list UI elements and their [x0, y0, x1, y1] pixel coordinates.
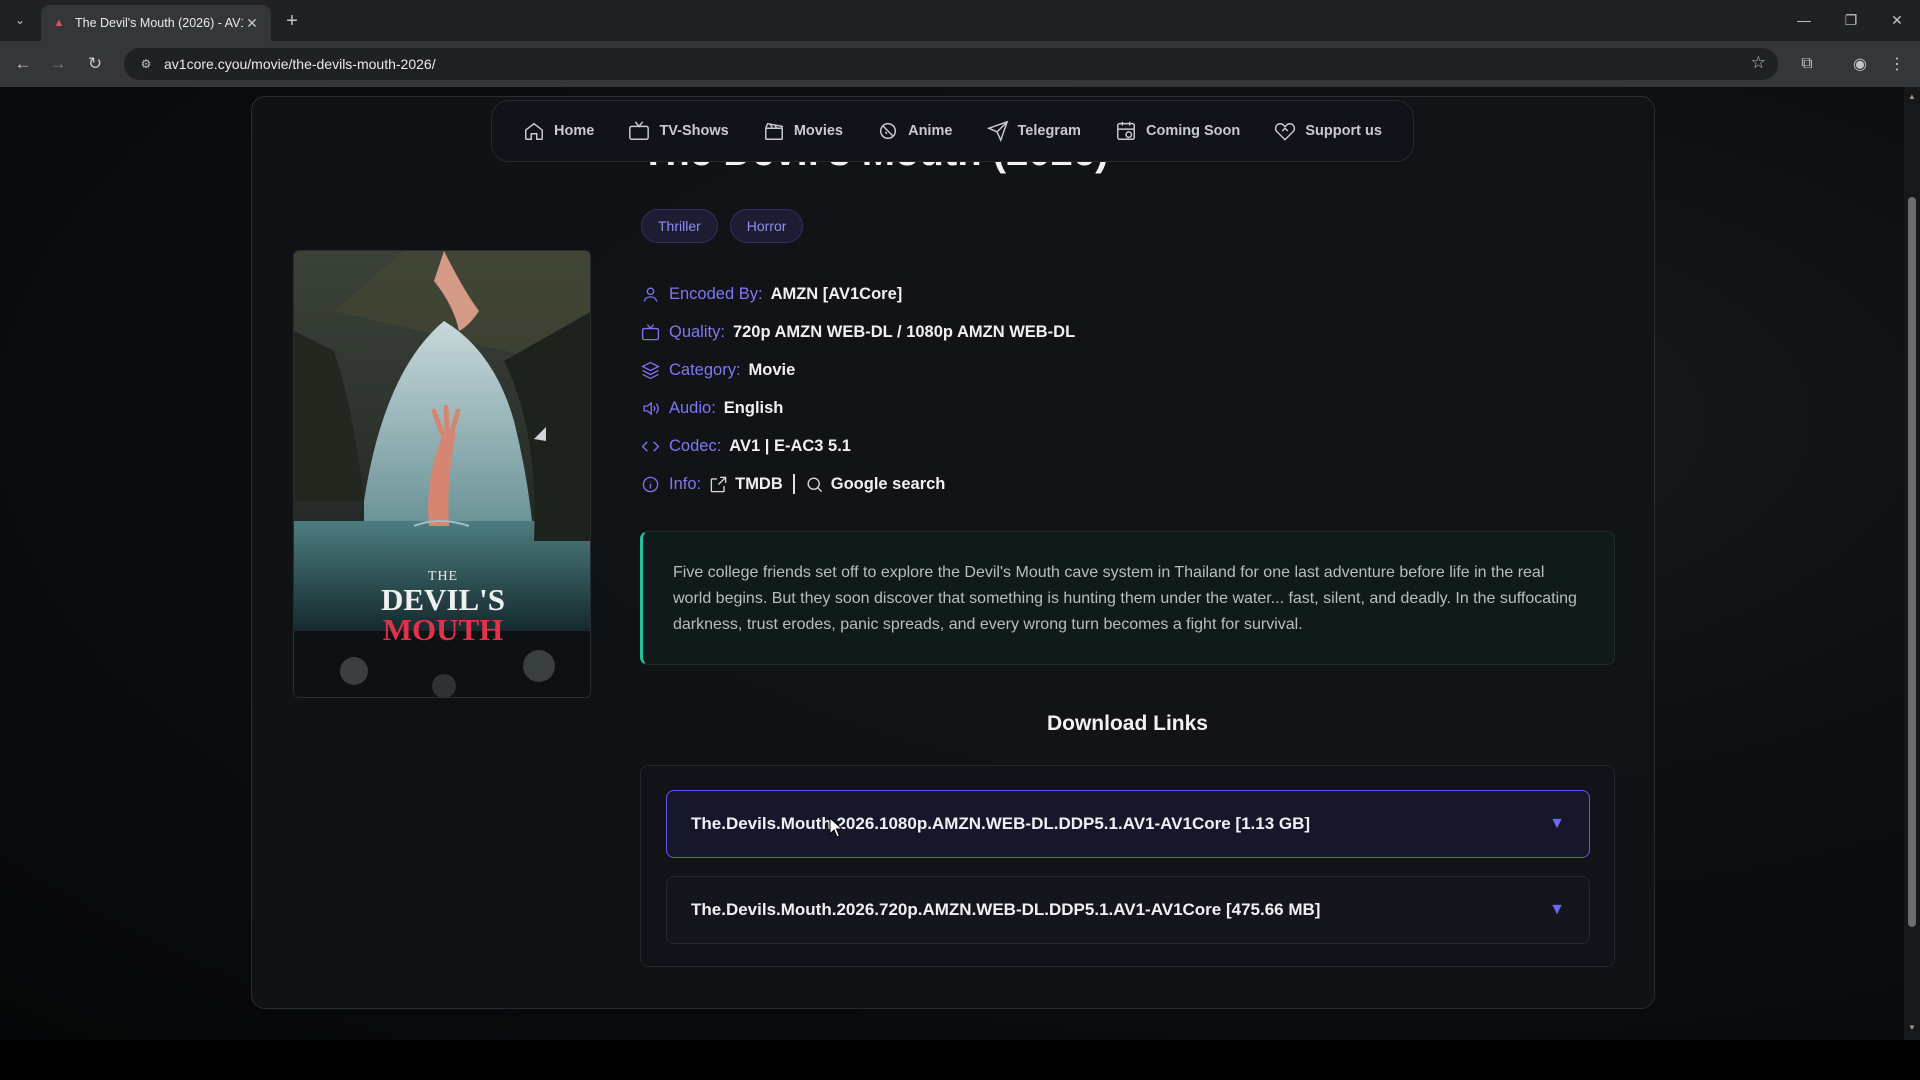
code-icon [641, 440, 660, 452]
url-text[interactable]: av1core.cyou/movie/the-devils-mouth-2026… [164, 56, 436, 72]
tab-search-icon[interactable]: ⌄ [8, 8, 32, 32]
nav-support-us[interactable]: Support us [1274, 120, 1382, 142]
meta-quality: Quality: 720p AMZN WEB-DL / 1080p AMZN W… [641, 313, 1075, 351]
meta-category-label: Category: [669, 360, 741, 379]
nav-anime-label: Anime [908, 123, 953, 139]
meta-encoded-by-value: AMZN [AV1Core] [770, 284, 903, 303]
tv-icon [641, 323, 660, 340]
reload-icon[interactable]: ↻ [81, 50, 109, 78]
nav-movies[interactable]: Movies [763, 120, 843, 142]
download-item-720p[interactable]: The.Devils.Mouth.2026.720p.AMZN.WEB-DL.D… [666, 876, 1590, 944]
info-separator [792, 474, 795, 494]
page-scrollbar[interactable]: ▲ ▼ [1904, 87, 1920, 1040]
browser-tabbar: ⌄ ▲ The Devil's Mouth (2026) - AV1Core ✕… [0, 0, 1920, 41]
nav-support-us-label: Support us [1305, 123, 1382, 139]
nav-tv-shows[interactable]: TV-Shows [628, 120, 729, 142]
synopsis-text: Five college friends set off to explore … [673, 564, 1577, 633]
poster-title: THE DEVIL'S MOUTH [294, 569, 590, 647]
poster-title-line1: DEVIL'S [380, 582, 506, 617]
genre-tags: Thriller Horror [641, 209, 804, 243]
chevron-down-icon[interactable]: ▼ [1549, 901, 1565, 919]
google-search-link[interactable]: Google search [805, 474, 946, 494]
meta-codec-value: AV1 | E-AC3 5.1 [729, 436, 851, 455]
nav-coming-soon[interactable]: Coming Soon [1115, 120, 1240, 142]
close-window-icon[interactable]: ✕ [1882, 8, 1912, 32]
address-bar[interactable]: ⚙ av1core.cyou/movie/the-devils-mouth-20… [124, 48, 1778, 80]
download-item-name: The.Devils.Mouth.2026.720p.AMZN.WEB-DL.D… [691, 900, 1321, 919]
volume-icon [643, 401, 659, 415]
tmdb-link[interactable]: TMDB [709, 475, 783, 494]
chevron-down-icon[interactable]: ▼ [1549, 815, 1565, 833]
scroll-up-icon[interactable]: ▲ [1907, 92, 1917, 102]
bookmark-star-icon[interactable]: ☆ [1751, 53, 1766, 73]
home-icon [525, 122, 544, 140]
nav-anime[interactable]: Anime [877, 120, 952, 142]
movie-meta: Encoded By: AMZN [AV1Core] Quality: 720p… [641, 275, 1075, 503]
meta-category: Category: Movie [641, 351, 1075, 389]
meta-quality-value: 720p AMZN WEB-DL / 1080p AMZN WEB-DL [732, 322, 1076, 341]
extensions-icon[interactable]: ⧉ [1793, 50, 1821, 78]
info-icon [642, 476, 659, 492]
nav-tv-shows-label: TV-Shows [659, 123, 729, 139]
meta-codec-label: Codec: [669, 436, 722, 455]
download-item-name: The.Devils.Mouth.2026.1080p.AMZN.WEB-DL.… [691, 814, 1311, 833]
genre-tag-thriller[interactable]: Thriller [641, 209, 718, 243]
scrollbar-thumb[interactable] [1908, 197, 1916, 927]
nav-telegram-label: Telegram [1017, 123, 1081, 139]
calendar-clock-icon [1117, 121, 1135, 140]
browser-menu-icon[interactable]: ⋮ [1883, 50, 1911, 78]
movie-poster: THE DEVIL'S MOUTH [293, 250, 591, 698]
profile-icon[interactable]: ◉ [1846, 50, 1874, 78]
meta-encoded-by: Encoded By: AMZN [AV1Core] [641, 275, 1075, 313]
new-tab-icon[interactable]: + [280, 9, 304, 33]
search-icon [807, 476, 822, 492]
forward-icon[interactable]: → [44, 50, 72, 78]
back-icon[interactable]: ← [9, 50, 37, 78]
tv-icon [629, 121, 650, 140]
send-icon [986, 120, 1008, 142]
taskbar-area [0, 1040, 1920, 1080]
genre-tag-horror[interactable]: Horror [729, 209, 804, 243]
poster-title-line2: MOUTH [382, 612, 504, 647]
tmdb-link-label: TMDB [735, 474, 783, 493]
restore-icon[interactable]: ❐ [1836, 8, 1866, 32]
meta-info-label: Info: [669, 474, 702, 493]
nav-coming-soon-label: Coming Soon [1146, 123, 1241, 139]
scroll-down-icon[interactable]: ▼ [1907, 1023, 1917, 1033]
mouse-cursor-icon [829, 817, 843, 838]
meta-encoded-by-label: Encoded By: [669, 284, 763, 303]
minimize-icon[interactable]: — [1789, 8, 1819, 32]
user-icon [643, 286, 658, 302]
clapperboard-icon [764, 122, 784, 140]
google-search-label: Google search [830, 474, 946, 493]
tab-title: The Devil's Mouth (2026) - AV1Core [75, 16, 243, 30]
download-links-list: The.Devils.Mouth.2026.1080p.AMZN.WEB-DL.… [640, 765, 1615, 967]
nav-movies-label: Movies [793, 123, 843, 139]
site-info-icon[interactable]: ⚙ [134, 52, 158, 76]
meta-info: Info: TMDB Google search [641, 465, 1075, 503]
site-favicon-icon: ▲ [53, 17, 65, 29]
meta-codec: Codec: AV1 | E-AC3 5.1 [641, 427, 1075, 465]
download-item-1080p[interactable]: The.Devils.Mouth.2026.1080p.AMZN.WEB-DL.… [666, 790, 1590, 858]
tab-close-icon[interactable]: ✕ [243, 14, 261, 32]
synopsis-box: Five college friends set off to explore … [640, 531, 1615, 665]
nav-home-label: Home [554, 123, 595, 139]
external-link-icon [710, 476, 727, 492]
meta-quality-label: Quality: [669, 322, 725, 341]
nav-telegram[interactable]: Telegram [986, 120, 1081, 142]
anime-icon [880, 122, 897, 140]
meta-audio-value: English [723, 398, 784, 417]
site-navigation: Home TV-Shows Movies Anime Telegram Comi… [491, 100, 1414, 162]
heart-handshake-icon [1275, 123, 1296, 141]
meta-audio: Audio: English [641, 389, 1075, 427]
nav-home[interactable]: Home [523, 120, 594, 142]
layers-icon [641, 361, 660, 379]
meta-category-value: Movie [748, 360, 796, 379]
download-links-heading: Download Links [1046, 712, 1208, 735]
browser-tab[interactable]: ▲ The Devil's Mouth (2026) - AV1Core ✕ [41, 5, 271, 41]
meta-audio-label: Audio: [669, 398, 716, 417]
